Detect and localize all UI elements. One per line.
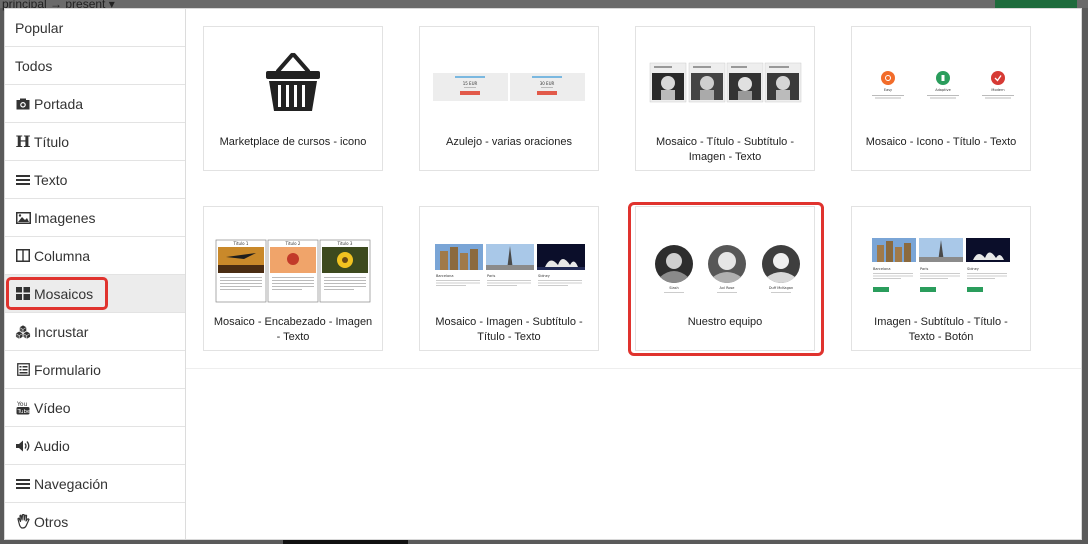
category-incrustar[interactable]: Incrustar xyxy=(5,313,185,351)
category-label: Formulario xyxy=(34,361,101,378)
backdrop-save-button xyxy=(995,0,1077,8)
category-formulario[interactable]: Formulario xyxy=(5,351,185,389)
category-todos[interactable]: Todos xyxy=(5,47,185,85)
category-portada[interactable]: Portada xyxy=(5,85,185,123)
category-columna[interactable]: Columna xyxy=(5,237,185,275)
block-preview: Titulo 1 Titulo 2 Titulo 3 xyxy=(204,207,382,307)
block-card-marketplace[interactable]: Marketplace de cursos - icono xyxy=(203,26,383,171)
bars-icon xyxy=(15,476,31,492)
svg-text:Tube: Tube xyxy=(17,409,31,415)
price-b: 30 EUR xyxy=(540,81,555,86)
category-label: Columna xyxy=(34,247,91,264)
city-subtitle: Paris xyxy=(487,274,496,278)
category-sidebar: Popular Todos Portada H Título Texto Ima… xyxy=(5,9,186,539)
selected-block-highlight xyxy=(628,202,824,356)
backdrop-footer xyxy=(283,540,408,544)
price-a: 15 EUR xyxy=(463,81,478,86)
category-label: Título xyxy=(34,133,70,150)
category-audio[interactable]: Audio xyxy=(5,427,185,465)
category-label: Popular xyxy=(15,19,64,36)
category-mosaicos[interactable]: Mosaicos xyxy=(5,275,185,313)
block-card-mosaico-encabezado[interactable]: Titulo 1 Titulo 2 Titulo 3 Mosaico - Enc… xyxy=(203,206,383,351)
block-label: Mosaico - Título - Subtítulo - Imagen - … xyxy=(656,136,794,163)
city-subtitle: Barcelona xyxy=(436,274,453,278)
block-preview xyxy=(636,27,814,127)
feature-title: Adaptive xyxy=(935,88,951,92)
cubes-icon xyxy=(15,324,31,340)
tile-title: Titulo 3 xyxy=(337,241,353,246)
block-label: Imagen - Subtítulo - Título - Texto - Bo… xyxy=(874,316,1008,343)
category-label: Navegación xyxy=(34,475,108,492)
category-titulo[interactable]: H Título xyxy=(5,123,185,161)
category-imagenes[interactable]: Imagenes xyxy=(5,199,185,237)
block-picker-modal: Popular Todos Portada H Título Texto Ima… xyxy=(4,8,1082,540)
form-icon xyxy=(15,362,31,378)
block-card-mosaico-imagen[interactable]: Barcelona Paris Sidney Mosaico - Imagen … xyxy=(419,206,599,351)
tile-title: Titulo 1 xyxy=(233,241,249,246)
city-subtitle: Barcelona xyxy=(873,267,890,271)
feature-title: Modern xyxy=(991,88,1004,92)
category-navegacion[interactable]: Navegación xyxy=(5,465,185,503)
block-preview: Easy Adaptive Modern xyxy=(852,27,1030,127)
category-texto[interactable]: Texto xyxy=(5,161,185,199)
block-preview: Barcelona Paris Sidney xyxy=(852,207,1030,307)
city-subtitle: Paris xyxy=(920,267,929,271)
block-card-imagen-boton[interactable]: Barcelona Paris Sidney Imagen - Subtítul… xyxy=(851,206,1031,351)
camera-icon xyxy=(15,96,31,112)
volume-icon xyxy=(15,438,31,454)
block-label: Mosaico - Imagen - Subtítulo - Título - … xyxy=(435,316,583,343)
grid-bottom-divider xyxy=(186,368,1081,369)
block-card-mosaico-icono[interactable]: Easy Adaptive Modern Mosaico - Icono - T… xyxy=(851,26,1031,171)
block-card-mosaico-titulo[interactable]: Mosaico - Título - Subtítulo - Imagen - … xyxy=(635,26,815,171)
category-label: Vídeo xyxy=(34,399,71,416)
category-label: Otros xyxy=(34,513,69,530)
tile-title: Titulo 2 xyxy=(285,241,301,246)
active-category-highlight xyxy=(6,277,108,310)
svg-text:You: You xyxy=(16,401,28,408)
basket-icon xyxy=(266,53,320,111)
feature-title: Easy xyxy=(884,88,892,92)
block-card-azulejo[interactable]: 15 EUR 30 EUR Azulejo - varias oraciones xyxy=(419,26,599,171)
columns-icon xyxy=(15,248,31,264)
block-label: Marketplace de cursos - icono xyxy=(219,136,367,148)
block-grid: Marketplace de cursos - icono 15 EUR 30 … xyxy=(186,9,1081,539)
city-subtitle: Sidney xyxy=(967,267,979,271)
block-label: Mosaico - Encabezado - Imagen - Texto xyxy=(213,316,373,343)
category-video[interactable]: You Tube Vídeo xyxy=(5,389,185,427)
image-icon xyxy=(15,210,31,226)
hand-icon xyxy=(15,514,31,530)
block-label: Mosaico - Icono - Título - Texto xyxy=(865,136,1017,148)
block-label: Azulejo - varias oraciones xyxy=(446,136,572,148)
heading-icon: H xyxy=(15,132,31,151)
category-label: Imagenes xyxy=(34,209,96,226)
category-label: Texto xyxy=(34,171,68,188)
youtube-icon: You Tube xyxy=(15,400,31,416)
city-subtitle: Sidney xyxy=(538,274,550,278)
category-label: Incrustar xyxy=(34,323,89,340)
category-popular[interactable]: Popular xyxy=(5,9,185,47)
category-label: Audio xyxy=(34,437,70,454)
block-preview xyxy=(204,27,382,127)
block-preview: 15 EUR 30 EUR xyxy=(420,27,598,127)
page-backdrop-top: principal → present ▾ xyxy=(0,0,1088,11)
category-label: Portada xyxy=(34,95,84,112)
category-label: Todos xyxy=(15,57,53,74)
category-otros[interactable]: Otros xyxy=(5,503,185,539)
align-justify-icon xyxy=(15,172,31,188)
block-preview: Barcelona Paris Sidney xyxy=(420,207,598,307)
